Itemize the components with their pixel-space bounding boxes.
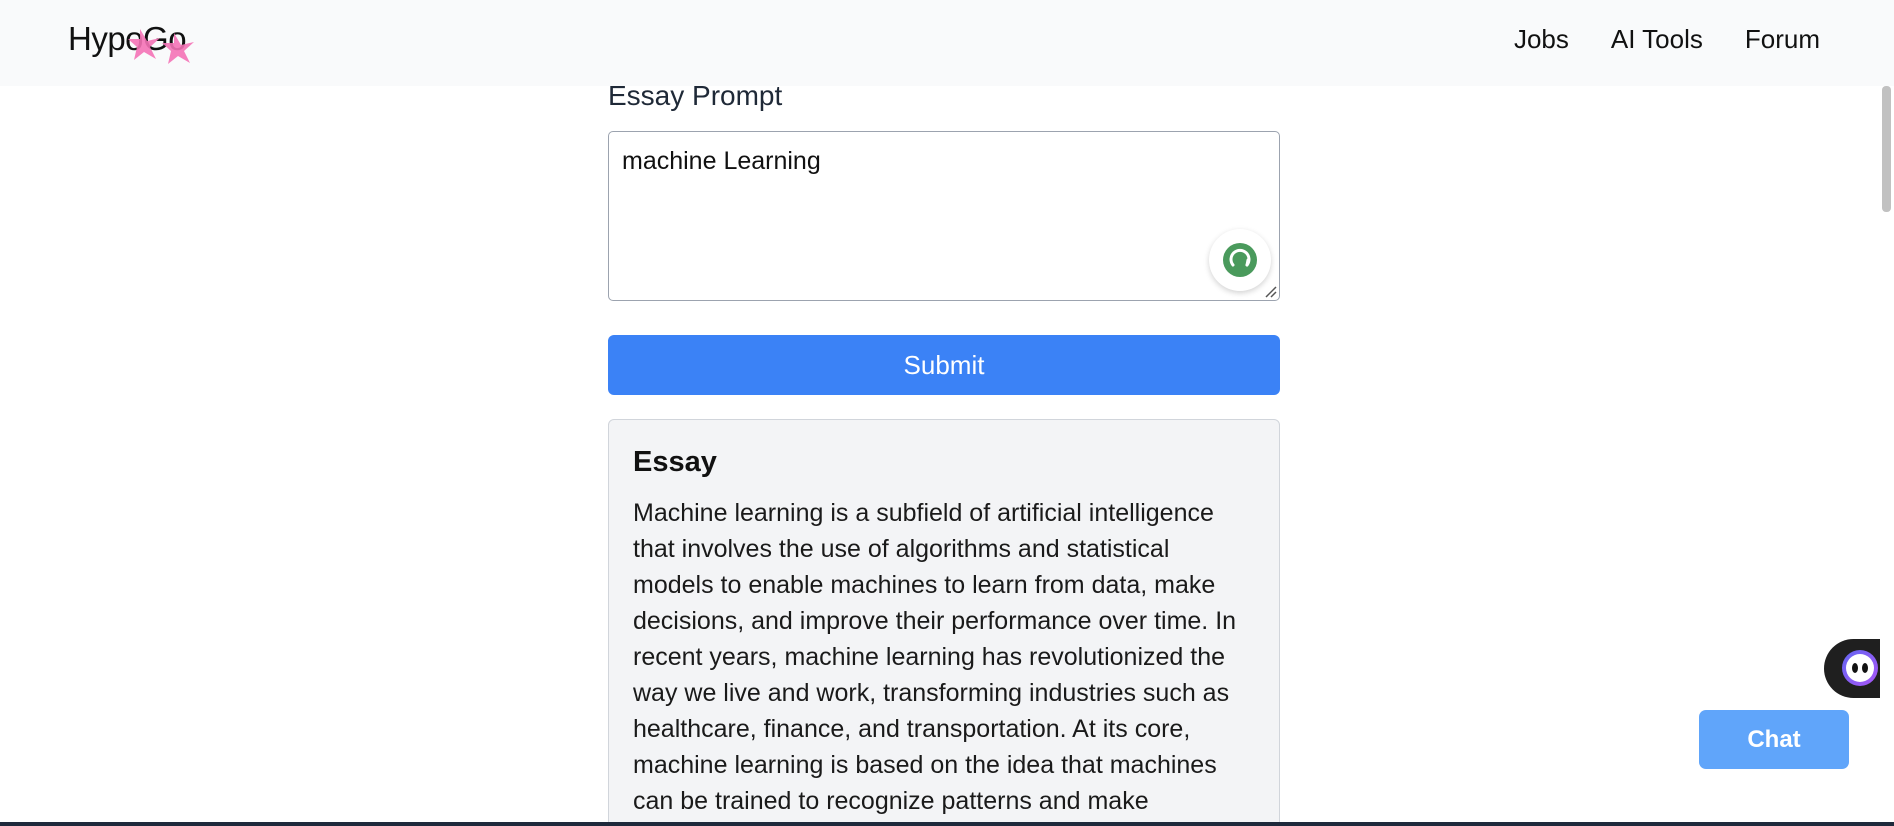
page: HypoGo Jobs AI Tools Forum Essay Prompt … [0, 0, 1894, 826]
bottom-edge-bar [0, 822, 1894, 826]
nav-forum[interactable]: Forum [1745, 24, 1820, 55]
essay-prompt-value: machine Learning [622, 147, 821, 175]
nav-jobs[interactable]: Jobs [1514, 24, 1569, 55]
logo-stars-icon [128, 29, 194, 64]
resize-handle-icon[interactable] [1263, 284, 1277, 298]
chat-button[interactable]: Chat [1699, 710, 1849, 769]
grammar-assistant-icon [1223, 243, 1257, 277]
nav-ai-tools[interactable]: AI Tools [1611, 24, 1703, 55]
essay-prompt-textarea[interactable]: machine Learning [608, 131, 1280, 301]
chat-bot-icon [1842, 650, 1878, 686]
main-nav: Jobs AI Tools Forum [1514, 24, 1820, 55]
grammar-assistant-button[interactable] [1209, 229, 1271, 291]
top-nav-bar: HypoGo Jobs AI Tools Forum [0, 0, 1894, 86]
essay-output-card: Essay Machine learning is a subfield of … [608, 419, 1280, 826]
essay-text: Machine learning is a subfield of artifi… [633, 499, 1237, 815]
scrollbar[interactable] [1880, 86, 1894, 822]
scrollbar-thumb[interactable] [1882, 86, 1891, 212]
essay-title: Essay [633, 446, 717, 478]
submit-button[interactable]: Submit [608, 335, 1280, 395]
